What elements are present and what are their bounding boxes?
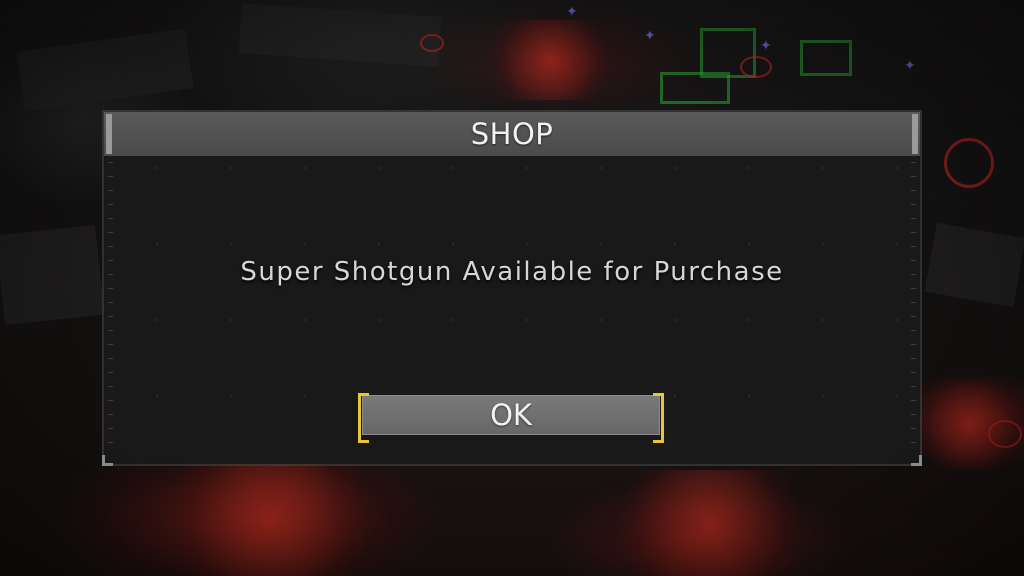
spark-effect: ✦	[644, 28, 656, 44]
dialog-edge-ticks	[108, 162, 113, 454]
spark-effect: ✦	[760, 38, 772, 54]
rock-slab	[0, 225, 105, 325]
shop-dialog: SHOP Super Shotgun Available for Purchas…	[102, 112, 922, 466]
dialog-title: SHOP	[470, 117, 554, 151]
rock-slab	[16, 28, 194, 112]
rock-slab	[238, 3, 442, 67]
green-structure	[800, 40, 852, 76]
dialog-corner	[911, 455, 922, 466]
spark-effect: ✦	[566, 4, 578, 20]
spark-effect: ✦	[904, 58, 916, 74]
ok-button[interactable]: OK	[358, 393, 664, 443]
red-marker	[988, 420, 1022, 448]
red-marker	[420, 34, 444, 52]
dialog-message: Super Shotgun Available for Purchase	[240, 257, 784, 287]
dialog-corner	[102, 455, 113, 466]
green-structure	[660, 72, 730, 104]
lava-pool	[480, 20, 620, 100]
lava-pool	[600, 470, 820, 576]
lock-icon	[944, 138, 994, 188]
lava-pool	[150, 460, 390, 576]
game-background: ✦ ✦ ✦ ✦ SHOP Super Shotgun Available for…	[0, 0, 1024, 576]
dialog-titlebar: SHOP	[104, 112, 920, 156]
rock-slab	[924, 222, 1024, 308]
red-marker	[740, 56, 772, 78]
ok-button-label: OK	[490, 398, 532, 432]
dialog-edge-ticks	[911, 162, 916, 454]
